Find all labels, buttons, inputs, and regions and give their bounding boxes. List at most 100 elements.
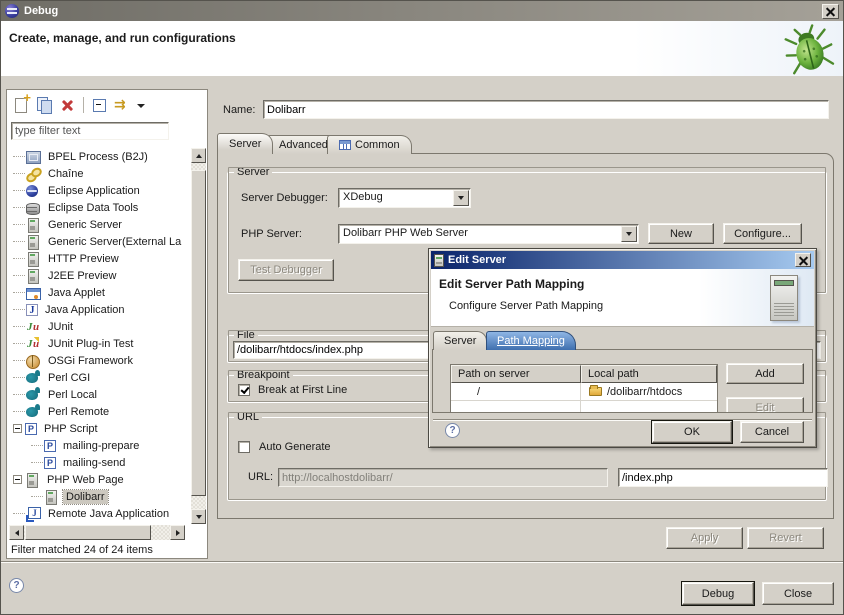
window-close-button[interactable]: [822, 4, 839, 19]
column-header-local-path[interactable]: Local path: [581, 365, 717, 383]
new-config-icon[interactable]: [11, 95, 32, 115]
tree-item-remote-java-application[interactable]: Remote Java Application: [9, 505, 191, 522]
tree-item-junit[interactable]: JUnit: [9, 318, 191, 335]
tree-item-label: PHP Web Page: [44, 473, 127, 487]
scroll-down-button[interactable]: [191, 509, 206, 524]
tree-item-label: Perl Remote: [45, 405, 112, 419]
tree-item-osgi-framework[interactable]: OSGi Framework: [9, 352, 191, 369]
tree-line: [31, 462, 43, 463]
dialog-help-button[interactable]: ?: [445, 423, 460, 438]
config-tree: BPEL Process (B2J) ChaîneEclipse Applicat…: [9, 148, 191, 524]
dialog-banner: Create, manage, and run configurations: [1, 21, 843, 76]
horizontal-scroll-thumb[interactable]: [25, 525, 151, 540]
tab-server[interactable]: Server: [217, 133, 273, 154]
tree-item-generic-server[interactable]: Generic Server: [9, 216, 191, 233]
tree-item-perl-remote[interactable]: Perl Remote: [9, 403, 191, 420]
server-icon: [26, 218, 41, 232]
perl-icon: [26, 388, 41, 402]
tree-line: [13, 258, 25, 259]
edit-server-close-button[interactable]: [795, 253, 811, 267]
edit-server-titlebar: Edit Server: [431, 251, 814, 269]
tree-line: [13, 326, 25, 327]
bpel-process-icon: [26, 150, 41, 164]
table-icon: [339, 140, 351, 150]
help-button[interactable]: ?: [9, 578, 24, 593]
close-button[interactable]: Close: [762, 582, 834, 605]
tree-item-php-script[interactable]: PHP Script: [9, 420, 191, 437]
cancel-button[interactable]: Cancel: [740, 421, 804, 443]
tree-item-cha-ne[interactable]: Chaîne: [9, 165, 191, 182]
tree-item-mailing-prepare[interactable]: mailing-prepare: [9, 437, 191, 454]
add-mapping-button[interactable]: Add: [726, 363, 804, 384]
tree-item-mailing-send[interactable]: mailing-send: [9, 454, 191, 471]
tree-item-junit-plug-in-test[interactable]: JUnit Plug-in Test: [9, 335, 191, 352]
tree-item-eclipse-data-tools[interactable]: Eclipse Data Tools: [9, 199, 191, 216]
dialog-tab-server-label: Server: [444, 335, 476, 347]
arrow-up-icon: [196, 154, 202, 158]
path-mapping-content: Path on server Local path //dolibarr/htd…: [432, 349, 813, 413]
revert-button: Revert: [747, 527, 824, 549]
tree-line: [13, 360, 25, 361]
perl-icon: [26, 405, 41, 419]
tree-item-j2ee-preview[interactable]: J2EE Preview: [9, 267, 191, 284]
tree-item-label: Chaîne: [45, 167, 86, 181]
configurations-panel: BPEL Process (B2J) ChaîneEclipse Applicat…: [6, 89, 208, 559]
tree-item-php-web-page[interactable]: PHP Web Page: [9, 471, 191, 488]
debug-button[interactable]: Debug: [682, 582, 754, 605]
edit-server-subheading: Configure Server Path Mapping: [449, 300, 603, 312]
tree-item-dolibarr[interactable]: Dolibarr: [9, 488, 191, 505]
arrow-left-icon: [15, 530, 19, 536]
tree-item-label: J2EE Preview: [45, 269, 119, 283]
remote-java-icon: [26, 507, 41, 521]
duplicate-config-icon[interactable]: [34, 95, 55, 115]
local-path-text: /dolibarr/htdocs: [607, 386, 682, 398]
server-icon: [26, 269, 41, 283]
tree-item-generic-server-external-la[interactable]: Generic Server(External La: [9, 233, 191, 250]
tree-horizontal-scrollbar[interactable]: [9, 525, 185, 540]
dialog-tab-server[interactable]: Server: [433, 331, 487, 350]
delete-config-icon[interactable]: [57, 95, 78, 115]
bug-icon: [780, 20, 839, 80]
tree-item-java-applet[interactable]: Java Applet: [9, 284, 191, 301]
name-input[interactable]: [263, 100, 829, 119]
tree-item-label: JUnit Plug-in Test: [45, 337, 136, 351]
tree-item-java-application[interactable]: Java Application: [9, 301, 191, 318]
dialog-tab-path-mapping-label: Path Mapping: [497, 335, 565, 347]
filter-input[interactable]: [11, 122, 169, 140]
tree-item-perl-cgi[interactable]: Perl CGI: [9, 369, 191, 386]
table-row[interactable]: //dolibarr/htdocs: [451, 383, 717, 401]
scroll-up-button[interactable]: [191, 148, 206, 163]
cell-empty: [581, 401, 717, 413]
menu-caret-icon[interactable]: [135, 95, 146, 115]
tree-vertical-scrollbar[interactable]: [191, 148, 206, 524]
expander-minus-icon[interactable]: [13, 424, 22, 433]
tree-item-label: Remote Java Application: [45, 507, 172, 521]
tree-item-eclipse-application[interactable]: Eclipse Application: [9, 182, 191, 199]
tree-line: [13, 309, 25, 310]
expander-minus-icon[interactable]: [13, 475, 22, 484]
tree-item-label: HTTP Preview: [45, 252, 122, 266]
tab-common[interactable]: Common: [327, 135, 412, 154]
column-header-path-on-server[interactable]: Path on server: [451, 365, 581, 383]
dialog-tab-path-mapping[interactable]: Path Mapping: [486, 331, 576, 350]
ok-button[interactable]: OK: [652, 421, 732, 443]
tree-item-http-preview[interactable]: HTTP Preview: [9, 250, 191, 267]
path-mapping-table[interactable]: Path on server Local path //dolibarr/htd…: [450, 364, 718, 413]
tree-item-bpel-process-b2j[interactable]: BPEL Process (B2J): [9, 148, 191, 165]
scroll-right-button[interactable]: [170, 525, 185, 540]
filter-launch-icon[interactable]: [112, 95, 133, 115]
tree-line: [13, 411, 25, 412]
window-titlebar: Debug: [1, 1, 843, 21]
close-icon: [826, 7, 835, 16]
toolbar-separator: [83, 97, 84, 113]
window-title: Debug: [24, 5, 822, 17]
tree-item-label: OSGi Framework: [45, 354, 136, 368]
vertical-scroll-thumb[interactable]: [191, 170, 206, 496]
scroll-left-button[interactable]: [9, 525, 24, 540]
tree-item-perl-local[interactable]: Perl Local: [9, 386, 191, 403]
server-tower-icon: [770, 275, 798, 321]
junit-icon: [26, 320, 41, 334]
collapse-all-icon[interactable]: [89, 95, 110, 115]
edit-server-title: Edit Server: [448, 254, 795, 266]
tab-advanced-label: Advanced: [279, 139, 328, 151]
